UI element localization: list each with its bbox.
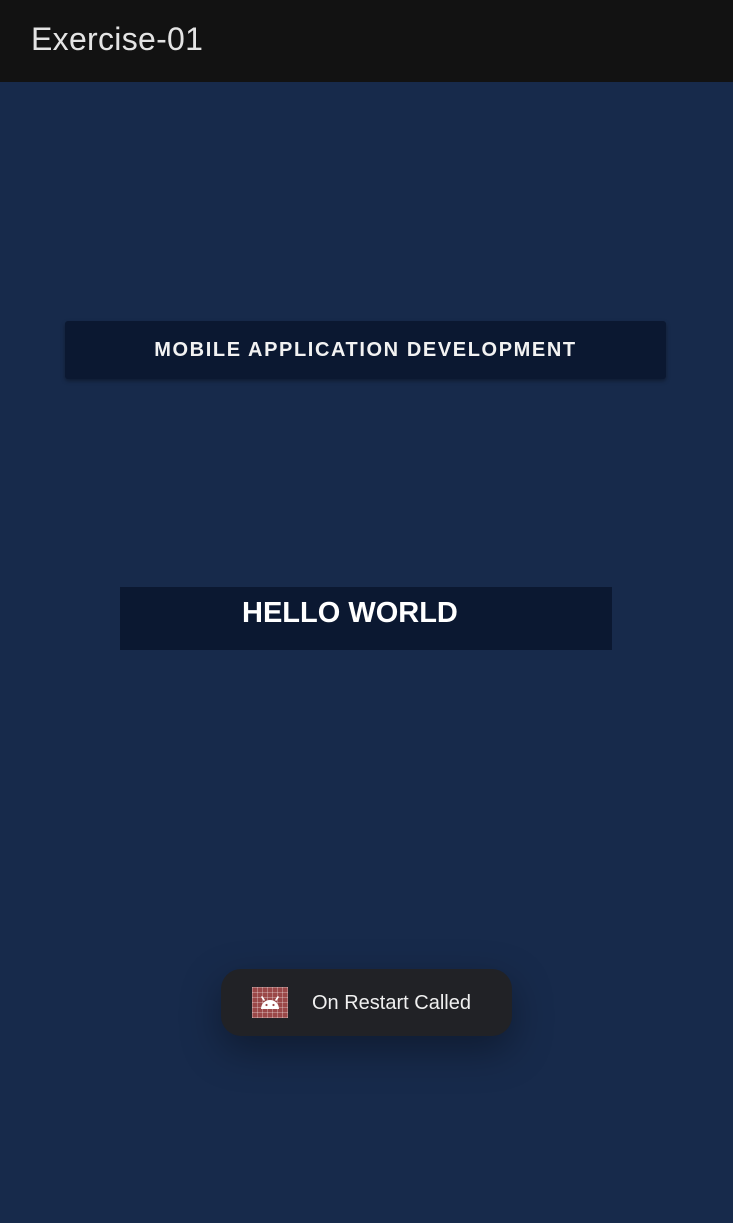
hello-world-text: HELLO WORLD bbox=[120, 587, 612, 650]
android-app-icon bbox=[252, 987, 288, 1018]
toast-message: On Restart Called bbox=[312, 992, 471, 1014]
app-title: Exercise-01 bbox=[31, 21, 204, 57]
app-bar: Exercise-01 bbox=[0, 0, 733, 82]
main-content: MOBILE APPLICATION DEVELOPMENT HELLO WOR… bbox=[0, 82, 733, 1223]
course-button[interactable]: MOBILE APPLICATION DEVELOPMENT bbox=[65, 321, 666, 379]
toast: On Restart Called bbox=[221, 969, 512, 1036]
